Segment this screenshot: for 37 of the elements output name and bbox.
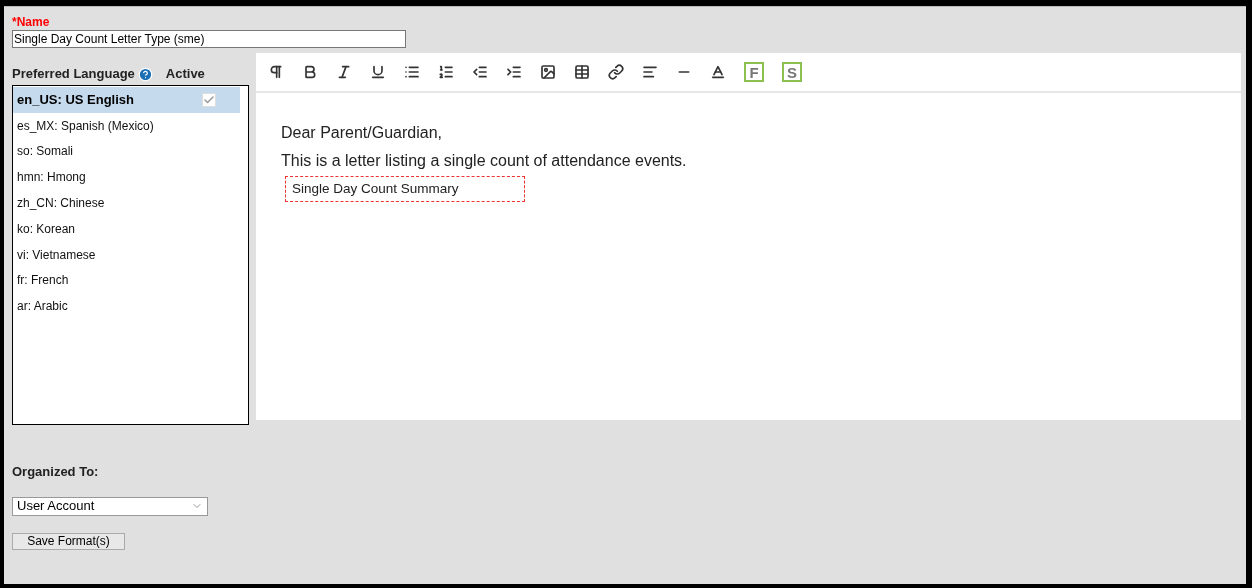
language-item[interactable]: ko: Korean [13, 216, 240, 242]
language-item[interactable]: en_US: US English [13, 87, 240, 113]
help-icon[interactable] [137, 66, 153, 82]
pilcrow-icon[interactable] [268, 64, 284, 80]
summary-placeholder[interactable]: Single Day Count Summary [285, 176, 525, 203]
outdent-icon[interactable] [472, 64, 488, 80]
numbered-list-icon[interactable] [438, 64, 454, 80]
preferred-language-heading: Preferred Language [12, 65, 135, 84]
letter-text: Dear Parent/Guardian, [281, 123, 443, 143]
letter-text: This is a letter listing a single count of attendance events. [281, 151, 688, 171]
active-heading: Active [165, 65, 205, 84]
organized-to-select[interactable]: User Account [12, 496, 208, 516]
language-item[interactable]: hmn: Hmong [13, 164, 240, 191]
save-format-button[interactable]: Save Format(s) [12, 532, 125, 550]
name-field[interactable]: Single Day Count Letter Type (sme) [12, 30, 406, 48]
language-item[interactable]: vi: Vietnamese [13, 241, 240, 268]
language-item[interactable]: so: Somali [13, 138, 240, 165]
image-icon[interactable] [540, 64, 556, 80]
language-item[interactable]: zh_CN: Chinese [13, 190, 240, 216]
link-icon[interactable] [608, 64, 624, 80]
indent-icon[interactable] [506, 64, 522, 80]
language-item[interactable]: fr: French [13, 267, 240, 294]
bold-icon[interactable] [302, 64, 318, 80]
underline-icon[interactable] [370, 64, 386, 80]
bullet-list-icon[interactable] [404, 64, 420, 80]
italic-icon[interactable] [336, 64, 352, 80]
align-left-icon[interactable] [642, 64, 658, 80]
check-icon [203, 93, 215, 106]
organized-to-label: Organized To: [12, 463, 100, 481]
name-label: *Name [12, 15, 51, 29]
text-color-icon[interactable] [710, 64, 726, 80]
language-item[interactable]: es_MX: Spanish (Mexico) [13, 112, 240, 139]
table-icon[interactable] [574, 64, 590, 80]
language-item[interactable]: ar: Arabic [13, 293, 240, 320]
field-button[interactable]: S [782, 62, 802, 82]
field-button[interactable]: F [744, 62, 764, 82]
active-checkbox[interactable] [202, 92, 216, 107]
